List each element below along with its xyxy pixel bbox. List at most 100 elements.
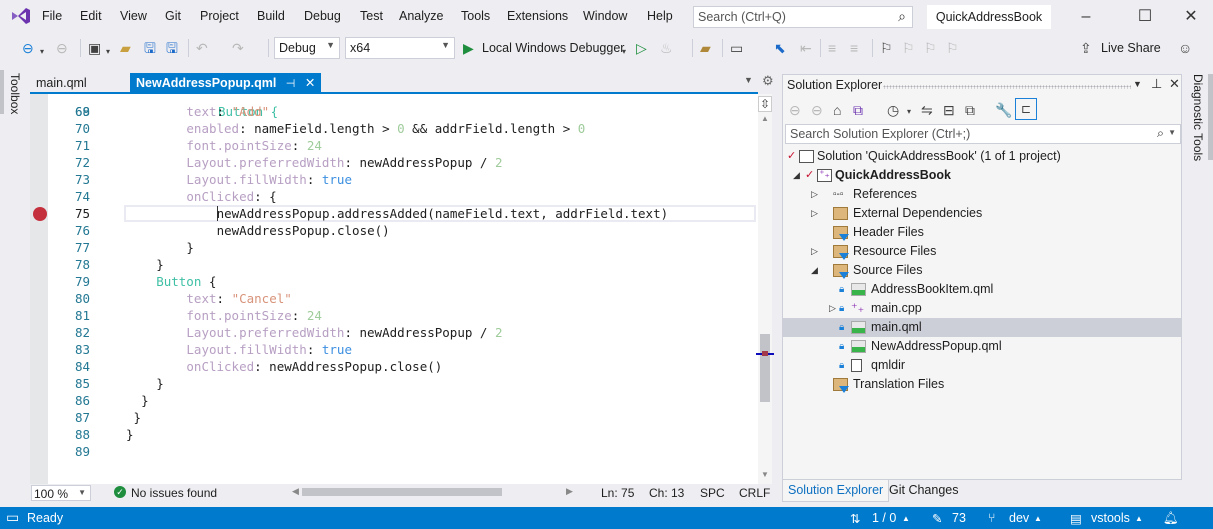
filter-dropdown-icon[interactable]: ▾ [907,103,911,121]
new-dropdown-icon[interactable]: ▾ [106,43,110,61]
new-project-icon[interactable]: ▣ [88,39,101,57]
indent-icon[interactable]: ≡ [828,39,836,57]
collapse-arrow-icon[interactable]: ◢ [793,166,800,185]
menu-test[interactable]: Test [360,9,383,23]
menu-window[interactable]: Window [583,9,627,23]
scroll-up-icon[interactable]: ▲ [761,114,769,123]
tree-item[interactable]: Translation Files [783,375,1181,394]
global-search-input[interactable]: Search (Ctrl+Q) ⌕ [693,6,913,28]
menu-extensions[interactable]: Extensions [507,9,568,23]
settings-gear-icon[interactable]: ⚙ [762,73,774,89]
start-without-debugging-icon[interactable]: ▷ [636,39,647,57]
menu-debug[interactable]: Debug [304,9,341,23]
close-panel-icon[interactable]: ✕ [1169,76,1180,92]
menu-tools[interactable]: Tools [461,9,490,23]
scroll-right-icon[interactable]: ▶ [566,486,573,497]
repository-name[interactable]: vstools [1091,511,1130,525]
code-editor[interactable]: 68 Button { 69 text: "Add" 70 enabled: nameF… [30,94,758,484]
scroll-thumb[interactable] [760,334,770,402]
tab-overflow-icon[interactable]: ▼ [744,75,753,85]
switch-views-icon[interactable]: ⧉ [853,101,863,119]
outdent-icon[interactable]: ≡ [850,39,858,57]
tree-item[interactable]: ▷ 🔒︎ ⁺₊ main.cpp [783,299,1181,318]
next-bookmark-icon[interactable]: ⚐ [924,39,937,57]
menu-edit[interactable]: Edit [80,9,102,23]
maximize-button[interactable]: ☐ [1130,6,1160,28]
menu-project[interactable]: Project [200,9,239,23]
expand-arrow-icon[interactable]: ▷ [811,185,818,204]
horizontal-scroll-thumb[interactable] [302,488,502,496]
bookmark-icon[interactable]: ⚐ [880,39,893,57]
menu-help[interactable]: Help [647,9,673,23]
split-editor-button[interactable]: ⇳ [758,96,772,112]
tree-item[interactable]: ✓ Solution 'QuickAddressBook' (1 of 1 pro… [783,147,1181,166]
line-ending-indicator[interactable]: CRLF [739,486,770,500]
pin-icon[interactable]: ⊣ [286,78,296,90]
scroll-left-icon[interactable]: ◀ [292,486,299,497]
branch-name[interactable]: dev [1009,511,1029,525]
open-file-icon[interactable]: ▰ [120,39,131,57]
close-tab-icon[interactable]: ✕ [305,76,315,90]
pending-changes-filter-icon[interactable]: ◷ [887,101,899,119]
tree-item[interactable]: ◢ Source Files [783,261,1181,280]
window-layout-icon[interactable]: ▭ [730,39,743,57]
expand-arrow-icon[interactable]: ▷ [829,299,836,318]
clear-bookmarks-icon[interactable]: ⚐ [946,39,959,57]
platform-select[interactable]: x64 ▼ [345,37,455,59]
save-icon[interactable]: 🖫 [144,39,156,57]
find-in-files-icon[interactable]: ▰ [700,39,711,57]
redo-icon[interactable]: ↷ [232,39,244,57]
breakpoint-icon[interactable] [33,207,47,221]
back-dropdown-icon[interactable]: ▾ [40,43,44,61]
show-all-files-icon[interactable]: ⧉ [965,101,975,119]
play-icon[interactable]: ▶ [463,39,474,57]
issues-status[interactable]: No issues found [131,486,217,500]
tree-item[interactable]: Header Files [783,223,1181,242]
sync-icon[interactable]: ⇋ [921,101,933,119]
forward-icon[interactable]: ⊖ [811,101,823,119]
feedback-icon[interactable]: ☺ [1178,39,1192,57]
sync-status[interactable]: 1 / 0 [872,511,896,525]
tab-main-qml[interactable]: main.qml [30,73,93,93]
hot-reload-icon[interactable]: ♨ [660,39,673,57]
whitespace-indicator[interactable]: SPC [700,486,725,500]
start-debugging-button[interactable]: Local Windows Debugger [482,41,624,55]
expand-arrow-icon[interactable]: ▷ [811,242,818,261]
menu-analyze[interactable]: Analyze [399,9,443,23]
diagnostic-tools-tab[interactable]: Diagnostic Tools [1191,74,1205,161]
collapse-arrow-icon[interactable]: ◢ [811,261,818,280]
tree-item[interactable]: 🔒︎ main.qml [783,318,1181,337]
scroll-down-icon[interactable]: ▼ [761,470,769,479]
pointer-select-icon[interactable]: ⬉ [774,39,786,57]
live-share-button[interactable]: Live Share [1101,41,1161,55]
preview-selected-icon[interactable]: ⊏ [1015,98,1037,120]
debugger-dropdown-icon[interactable]: ▾ [622,43,626,61]
tree-item[interactable]: 🔒︎ AddressBookItem.qml [783,280,1181,299]
tab-solution-explorer[interactable]: Solution Explorer [782,480,890,502]
minimize-button[interactable]: – [1071,6,1101,28]
back-icon[interactable]: ⊖ [789,101,801,119]
close-window-button[interactable]: ✕ [1176,6,1206,28]
configuration-select[interactable]: Debug ▼ [274,37,340,59]
toolbox-tab[interactable]: Toolbox [8,73,22,114]
step-into-icon[interactable]: ⇤ [800,39,812,57]
undo-icon[interactable]: ↶ [196,39,208,57]
navigate-forward-icon[interactable]: ⊖ [56,39,68,57]
menu-file[interactable]: File [42,9,62,23]
zoom-select[interactable]: 100 % ▼ [31,485,91,501]
navigate-back-icon[interactable]: ⊖ [22,39,34,57]
notifications-bell-icon[interactable]: 🔔︎ [1163,511,1179,526]
tree-item[interactable]: ▷ ▫-▫ References [783,185,1181,204]
menu-git[interactable]: Git [165,9,181,23]
changes-count[interactable]: 73 [952,511,966,525]
tree-item[interactable]: ▷ External Dependencies [783,204,1181,223]
tree-item[interactable]: 🔒︎ qmldir [783,356,1181,375]
menu-view[interactable]: View [120,9,147,23]
tab-new-address-popup[interactable]: NewAddressPopup.qml ⊣ ✕ [130,73,322,93]
prev-bookmark-icon[interactable]: ⚐ [902,39,915,57]
pin-icon[interactable]: ⊥ [1151,76,1162,92]
solution-search-input[interactable]: Search Solution Explorer (Ctrl+;) ⌕ ▼ [785,124,1181,144]
editor-vertical-scrollbar[interactable]: ▲ ▼ [756,94,774,484]
tab-git-changes[interactable]: Git Changes [884,480,963,502]
menu-build[interactable]: Build [257,9,285,23]
